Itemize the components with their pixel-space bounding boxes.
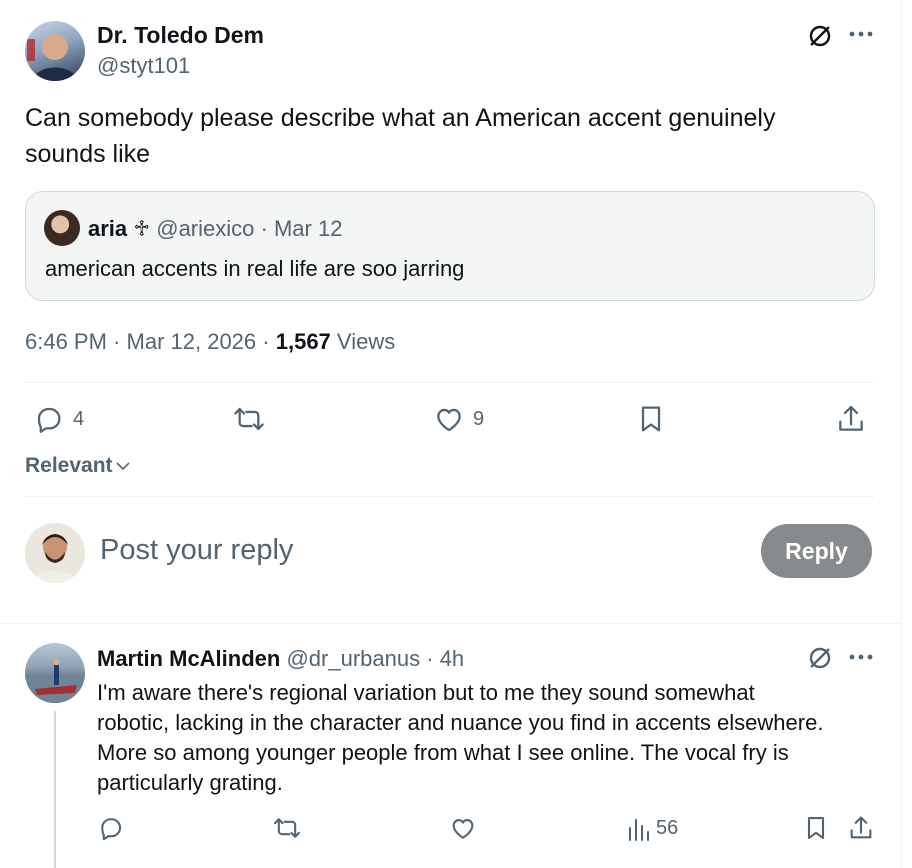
reply-text-line: robotic, lacking in the character and nu… <box>97 710 824 735</box>
quote-text: american accents in real life are soo ja… <box>45 256 465 281</box>
reply-repost-action[interactable] <box>272 814 302 842</box>
reply-like-action[interactable] <box>449 814 477 842</box>
reply-action[interactable]: 4 <box>33 403 84 435</box>
like-count: 9 <box>473 407 485 430</box>
reply-time[interactable]: 4h <box>440 646 464 671</box>
more-icon[interactable] <box>848 28 874 40</box>
reply-button[interactable]: Reply <box>761 524 872 578</box>
quote-avatar <box>44 210 80 246</box>
quote-date: Mar 12 <box>273 216 343 241</box>
post-date[interactable]: Mar 12, 2026 <box>127 329 257 354</box>
repost-action[interactable] <box>232 403 266 435</box>
post-text-line-2: sounds like <box>25 140 151 168</box>
separator-dot: · <box>113 329 121 354</box>
reply-text: I'm aware there's regional variation but… <box>97 678 823 798</box>
reply-icon <box>97 814 125 842</box>
reply-share-action[interactable] <box>847 814 875 842</box>
grok-icon[interactable] <box>807 645 833 671</box>
divider <box>25 496 875 497</box>
chevron-down-icon <box>115 458 131 474</box>
repost-icon <box>232 403 266 435</box>
sort-label: Relevant <box>25 454 113 477</box>
reply-bookmark-action[interactable] <box>802 814 830 842</box>
share-icon <box>847 814 875 842</box>
share-icon <box>835 403 867 435</box>
post-text-line-1: Can somebody please describe what an Ame… <box>25 104 776 132</box>
quote-author-handle: @ariexico <box>156 216 255 241</box>
reply-input[interactable]: Post your reply <box>100 534 700 567</box>
like-icon <box>433 403 465 435</box>
separator-dot: · <box>260 216 268 241</box>
grok-icon[interactable] <box>807 23 833 49</box>
sort-dropdown[interactable]: Relevant <box>25 454 131 478</box>
reply-author-name[interactable]: Martin McAlinden <box>97 646 280 671</box>
author-avatar[interactable] <box>25 21 85 81</box>
bookmark-icon <box>635 403 667 435</box>
views-label: Views <box>336 329 396 354</box>
views-icon <box>626 814 650 842</box>
like-action[interactable]: 9 <box>433 403 484 435</box>
bookmark-icon <box>802 814 830 842</box>
more-icon[interactable] <box>848 651 874 663</box>
reply-text-line: I'm aware there's regional variation but… <box>97 680 755 705</box>
post-detail: Dr. Toledo Dem @styt101 Can somebody ple… <box>0 0 902 868</box>
reply-views-action[interactable]: 56 <box>626 814 678 842</box>
reply-count: 4 <box>73 407 85 430</box>
author-name[interactable]: Dr. Toledo Dem <box>97 22 264 49</box>
reply-views-count: 56 <box>656 816 679 839</box>
separator-dot: · <box>262 329 270 354</box>
separator-dot: · <box>426 646 434 671</box>
share-action[interactable] <box>835 403 867 435</box>
bookmark-action[interactable] <box>635 403 667 435</box>
divider <box>25 382 875 383</box>
reply-author-avatar[interactable] <box>25 643 85 703</box>
reply-reply-action[interactable] <box>97 814 125 842</box>
like-icon <box>449 814 477 842</box>
author-handle[interactable]: @styt101 <box>97 53 190 79</box>
quote-author-name: aria ♱ <box>88 216 151 241</box>
reply-icon <box>33 403 65 435</box>
quoted-post[interactable]: aria ♱ @ariexico · Mar 12 american accen… <box>25 191 875 301</box>
divider <box>0 623 902 624</box>
thread-line <box>54 711 56 868</box>
reply-text-line: More so among younger people from what I… <box>97 740 789 765</box>
views-count: 1,567 <box>275 329 331 354</box>
repost-icon <box>272 814 302 842</box>
user-avatar[interactable] <box>25 523 85 583</box>
reply-author-handle[interactable]: @dr_urbanus <box>286 646 420 671</box>
reply-text-line: particularly grating. <box>97 770 283 795</box>
reply-header: Martin McAlinden @dr_urbanus · 4h <box>97 646 464 672</box>
post-time[interactable]: 6:46 PM <box>25 329 107 354</box>
post-meta: 6:46 PM · Mar 12, 2026 · 1,567 Views <box>25 329 395 355</box>
